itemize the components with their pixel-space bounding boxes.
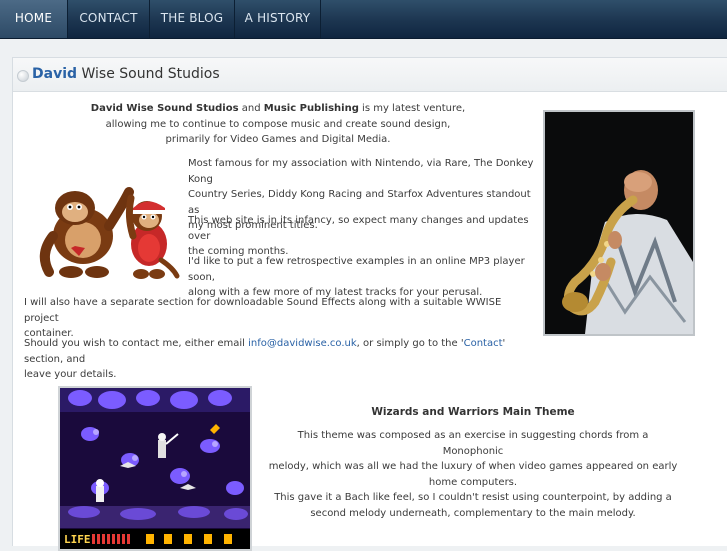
intro-line-1-rest: is my latest venture, xyxy=(362,103,466,114)
nav-home-label: HOME xyxy=(14,11,53,25)
nav-a-history-label: A HISTORY xyxy=(244,11,311,25)
intro-paragraph: David Wise Sound Studios and Music Publi… xyxy=(33,101,523,148)
p5-prefix: Should you wish to contact me, either em… xyxy=(24,338,249,349)
intro-line-2: allowing me to continue to compose music… xyxy=(105,118,451,130)
nav-contact-label: CONTACT xyxy=(79,11,138,25)
paragraph-contact: Should you wish to contact me, either em… xyxy=(24,336,539,383)
p2-line-1: This web site is in its infancy, so expe… xyxy=(188,215,529,242)
page-title: David Wise Sound Studios xyxy=(32,66,220,82)
section-d2-line-1: This gave it a Bach like feel, so I coul… xyxy=(274,492,672,503)
donkey-kong-diddy-image xyxy=(39,187,180,279)
game-hud-life: LIFE xyxy=(64,533,91,546)
p4-line-1: I will also have a separate section for … xyxy=(24,297,502,324)
p5-line-2: leave your details. xyxy=(24,369,117,380)
intro-line-3: primarily for Video Games and Digital Me… xyxy=(165,134,391,145)
section-d1-line-2: melody, which was all we had the luxury … xyxy=(268,461,678,472)
section-d2-line-2: second melody underneath, complementary … xyxy=(310,507,636,519)
email-link[interactable]: info@davidwise.co.uk xyxy=(248,338,357,349)
nav-contact[interactable]: CONTACT xyxy=(68,0,150,38)
nav-the-blog-label: THE BLOG xyxy=(160,11,224,25)
top-navigation-bar: HOME CONTACT THE BLOG A HISTORY xyxy=(0,0,727,39)
contact-link[interactable]: Contact xyxy=(464,338,503,349)
paragraph-infancy: This web site is in its infancy, so expe… xyxy=(188,213,543,260)
p5-line-1: Should you wish to contact me, either em… xyxy=(24,336,539,367)
intro-and: and xyxy=(241,103,261,114)
section-description-1: This theme was composed as an exercise i… xyxy=(268,428,678,490)
intro-publishing: Music Publishing xyxy=(263,103,359,114)
nav-the-blog[interactable]: THE BLOG xyxy=(150,0,235,38)
p3-line-1: I'd like to put a few retrospective exam… xyxy=(188,256,525,283)
section-title-wizards-and-warriors: Wizards and Warriors Main Theme xyxy=(371,406,575,418)
intro-line-1: David Wise Sound Studios and Music Publi… xyxy=(33,101,523,117)
p5-mid: , or simply go to the ' xyxy=(356,338,464,349)
intro-company: David Wise Sound Studios xyxy=(90,103,239,114)
title-bullet-icon xyxy=(17,70,29,82)
paragraph-mp3: I'd like to put a few retrospective exam… xyxy=(188,254,543,301)
nav-home[interactable]: HOME xyxy=(0,0,68,38)
section-d1-line-1: This theme was composed as an exercise i… xyxy=(297,430,649,457)
section-d1-line-3: home computers. xyxy=(428,476,518,488)
page-title-rest: Wise Sound Studios xyxy=(81,66,220,82)
wizards-and-warriors-screenshot: LIFE xyxy=(58,386,252,551)
paragraph-sound-effects: I will also have a separate section for … xyxy=(24,295,534,342)
main-content-panel: David Wise Sound Studios David Wise Soun… xyxy=(12,57,727,551)
page-title-bar: David Wise Sound Studios xyxy=(13,58,727,92)
saxophone-player-photo xyxy=(543,110,695,336)
page-title-accent: David xyxy=(32,66,78,82)
section-description-2: This gave it a Bach like feel, so I coul… xyxy=(268,490,678,521)
p1-line-1: Most famous for my association with Nint… xyxy=(188,158,534,185)
nav-a-history[interactable]: A HISTORY xyxy=(235,0,321,38)
